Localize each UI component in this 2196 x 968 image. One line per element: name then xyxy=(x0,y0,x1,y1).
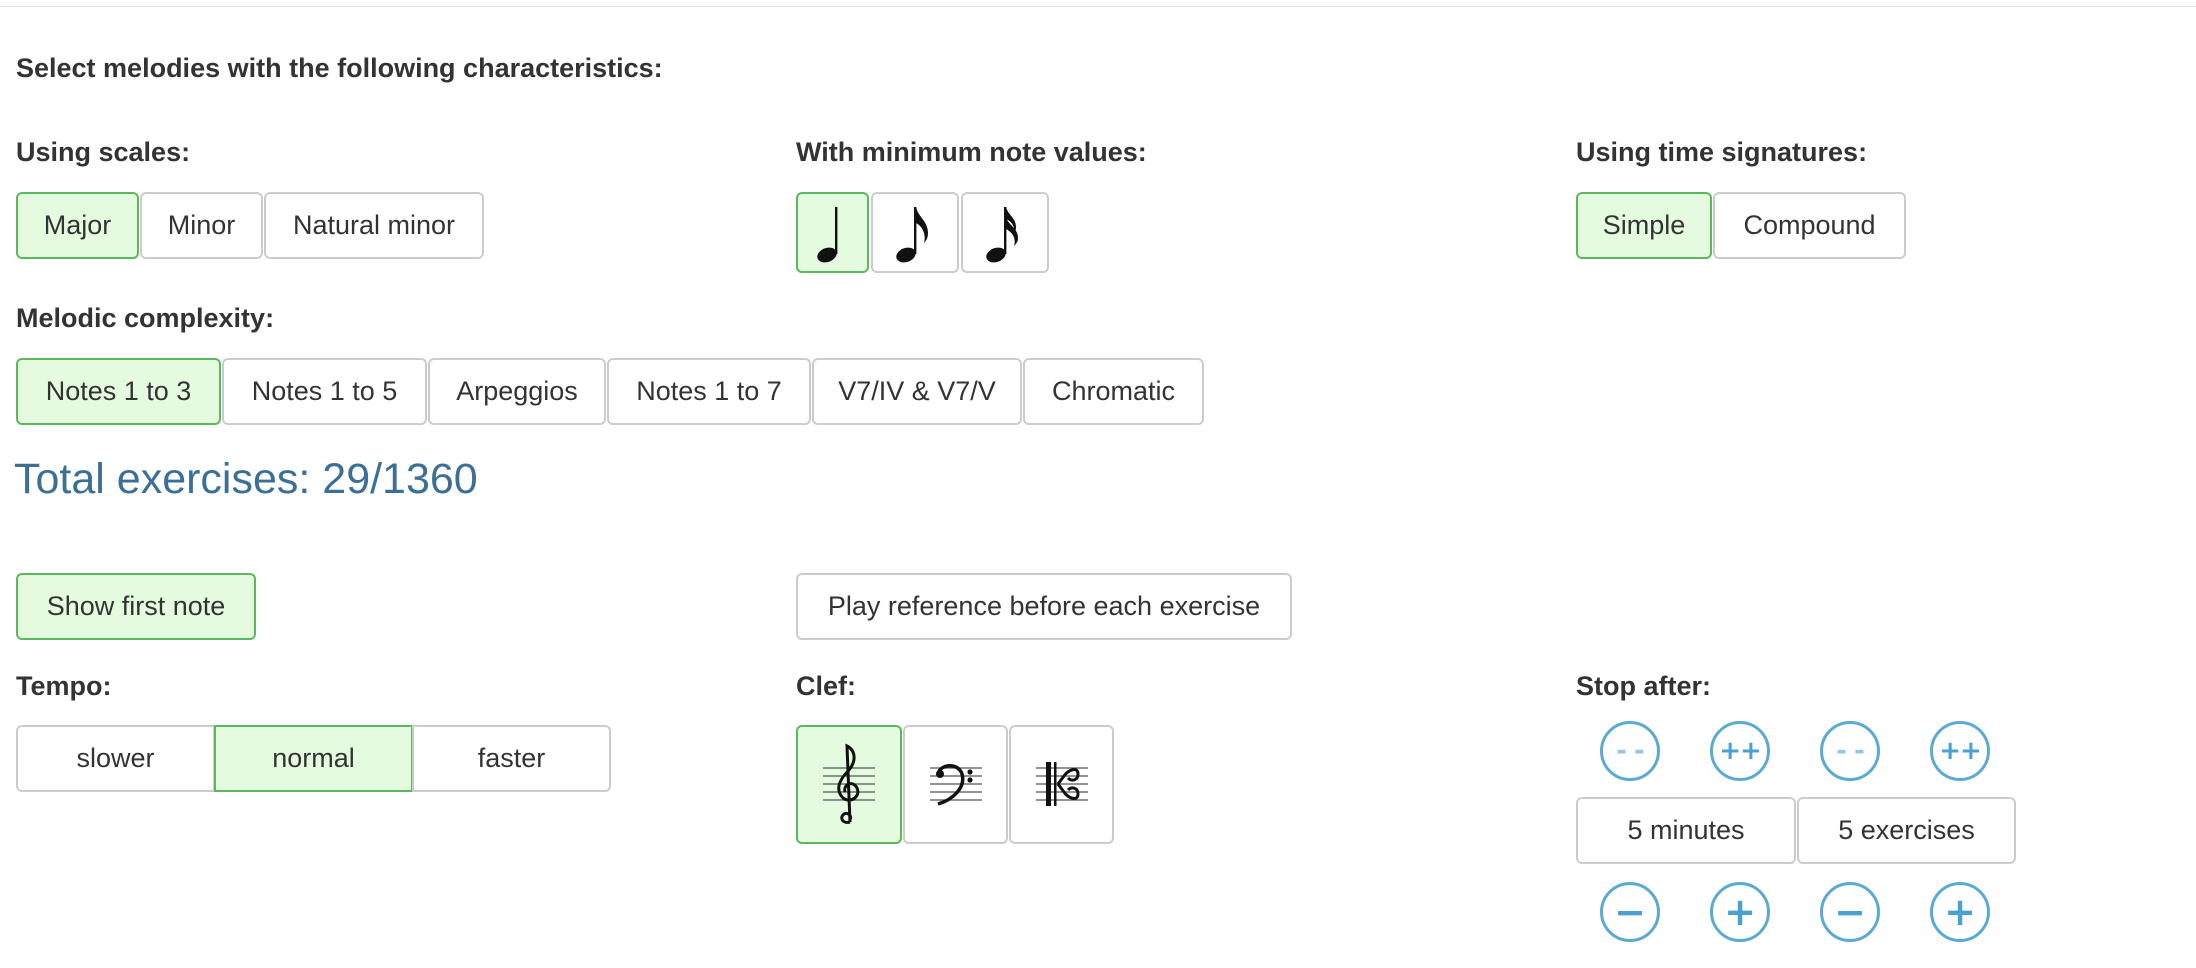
play-reference-toggle[interactable]: Play reference before each exercise xyxy=(796,573,1292,640)
double-plus-icon: ++ xyxy=(1719,736,1762,766)
treble-clef-button[interactable] xyxy=(796,725,902,844)
time-compound-button[interactable]: Compound xyxy=(1713,192,1906,259)
eighth-note-icon xyxy=(896,206,928,262)
stop-after-label: Stop after: xyxy=(1576,671,1711,701)
complexity-secondary-dominants-button[interactable]: V7/IV & V7/V xyxy=(812,358,1022,425)
note-values-label: With minimum note values: xyxy=(796,137,1147,167)
sixteenth-note-icon xyxy=(986,206,1018,262)
minus-icon: − xyxy=(1614,890,1646,934)
complexity-notes-1-7-button[interactable]: Notes 1 to 7 xyxy=(607,358,811,425)
show-first-note-toggle[interactable]: Show first note xyxy=(16,573,256,640)
bass-clef-button[interactable] xyxy=(903,725,1008,844)
section-title: Select melodies with the following chara… xyxy=(16,53,663,83)
scale-natural-minor-button[interactable]: Natural minor xyxy=(264,192,484,259)
double-minus-icon: - - xyxy=(1836,736,1865,766)
stop-minutes-field[interactable]: 5 minutes xyxy=(1576,797,1796,864)
exercises-decrease-button[interactable]: − xyxy=(1820,882,1880,942)
complexity-arpeggios-button[interactable]: Arpeggios xyxy=(428,358,606,425)
exercises-double-increase-button[interactable]: ++ xyxy=(1930,721,1990,781)
exercises-increase-button[interactable]: + xyxy=(1930,882,1990,942)
minutes-increase-button[interactable]: + xyxy=(1710,882,1770,942)
tempo-slower-button[interactable]: slower xyxy=(16,725,215,792)
treble-clef-icon xyxy=(823,743,875,824)
scale-major-button[interactable]: Major xyxy=(16,192,139,259)
bass-clef-icon xyxy=(929,763,982,806)
plus-icon: + xyxy=(1724,890,1756,934)
minutes-double-increase-button[interactable]: ++ xyxy=(1710,721,1770,781)
scales-label: Using scales: xyxy=(16,137,191,167)
double-plus-icon: ++ xyxy=(1939,736,1982,766)
total-exercises: Total exercises: 29/1360 xyxy=(14,455,478,503)
complexity-chromatic-button[interactable]: Chromatic xyxy=(1023,358,1204,425)
top-divider xyxy=(0,6,2196,7)
sixteenth-note-button[interactable] xyxy=(961,192,1049,273)
tempo-faster-button[interactable]: faster xyxy=(412,725,611,792)
clef-label: Clef: xyxy=(796,671,856,701)
quarter-note-button[interactable] xyxy=(796,192,869,273)
minus-icon: − xyxy=(1834,890,1866,934)
double-minus-icon: - - xyxy=(1616,736,1645,766)
scale-minor-button[interactable]: Minor xyxy=(140,192,263,259)
alto-clef-button[interactable] xyxy=(1009,725,1114,844)
complexity-notes-1-5-button[interactable]: Notes 1 to 5 xyxy=(222,358,427,425)
eighth-note-button[interactable] xyxy=(871,192,959,273)
complexity-notes-1-3-button[interactable]: Notes 1 to 3 xyxy=(16,358,221,425)
time-signatures-label: Using time signatures: xyxy=(1576,137,1868,167)
quarter-note-icon xyxy=(816,206,837,262)
exercises-double-decrease-button[interactable]: - - xyxy=(1820,721,1880,781)
time-simple-button[interactable]: Simple xyxy=(1576,192,1712,259)
plus-icon: + xyxy=(1944,890,1976,934)
minutes-decrease-button[interactable]: − xyxy=(1600,882,1660,942)
complexity-label: Melodic complexity: xyxy=(16,303,275,333)
alto-clef-icon xyxy=(1035,761,1088,806)
stop-exercises-field[interactable]: 5 exercises xyxy=(1797,797,2016,864)
tempo-normal-button[interactable]: normal xyxy=(214,725,413,792)
minutes-double-decrease-button[interactable]: - - xyxy=(1600,721,1660,781)
tempo-label: Tempo: xyxy=(16,671,112,701)
